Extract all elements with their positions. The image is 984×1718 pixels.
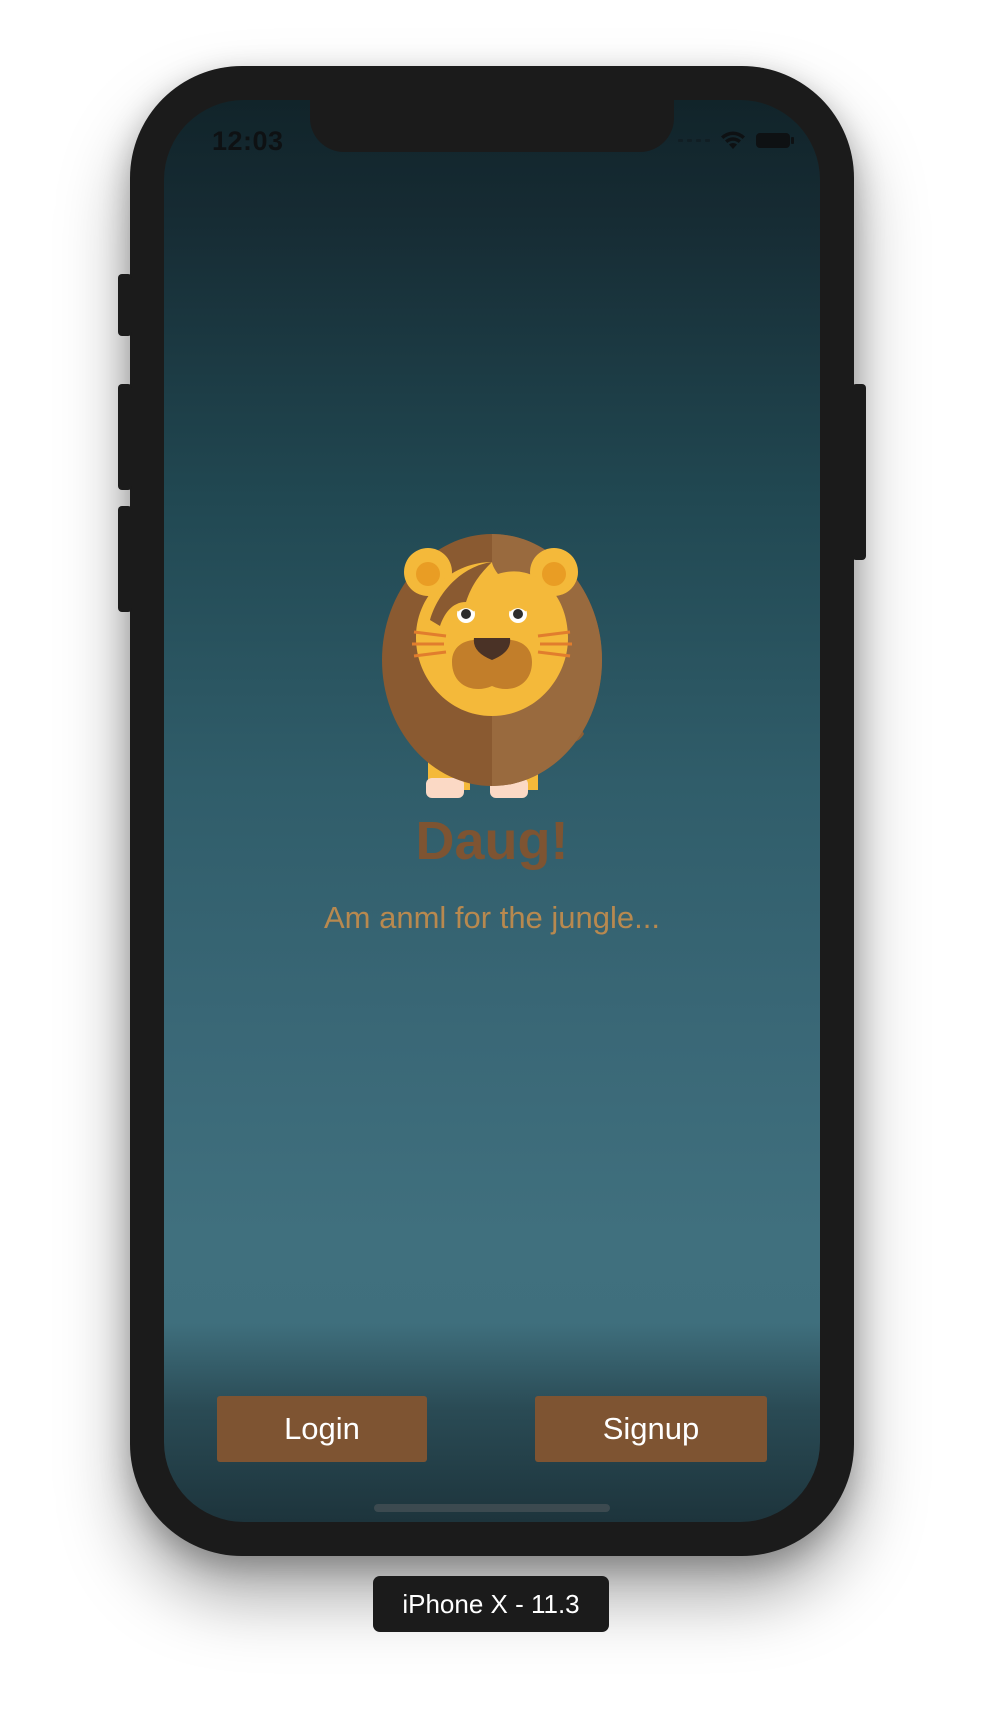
volume-down-button bbox=[118, 506, 132, 612]
mute-switch bbox=[118, 274, 132, 336]
battery-icon bbox=[756, 132, 794, 148]
simulator-device-label: iPhone X - 11.3 bbox=[373, 1576, 609, 1632]
login-button[interactable]: Login bbox=[217, 1396, 427, 1462]
device-notch bbox=[310, 100, 674, 152]
simulator-stage: 12:03 Daug! Am anml for the jungle... Lo… bbox=[0, 0, 984, 1718]
app-screen: 12:03 Daug! Am anml for the jungle... Lo… bbox=[164, 100, 820, 1522]
lion-icon bbox=[382, 534, 602, 798]
power-button bbox=[852, 384, 866, 560]
iphone-device-frame: 12:03 Daug! Am anml for the jungle... Lo… bbox=[118, 66, 866, 1556]
signal-icon bbox=[678, 138, 710, 142]
wifi-icon bbox=[721, 131, 745, 149]
signup-button[interactable]: Signup bbox=[535, 1396, 767, 1462]
status-time: 12:03 bbox=[212, 126, 284, 156]
app-tagline: Am anml for the jungle... bbox=[324, 900, 660, 935]
app-title: Daug! bbox=[415, 811, 569, 871]
status-icons bbox=[678, 130, 794, 150]
volume-up-button bbox=[118, 384, 132, 490]
home-indicator[interactable] bbox=[374, 1504, 610, 1512]
